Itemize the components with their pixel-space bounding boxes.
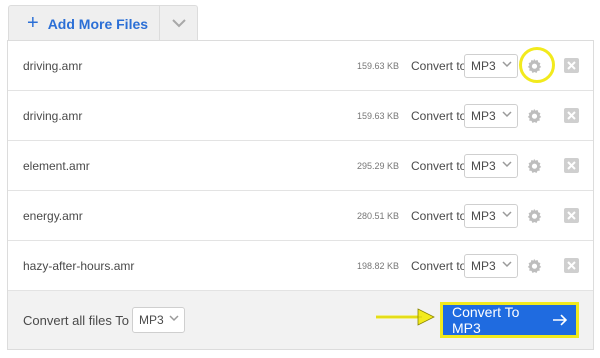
convert-all-format-value: MP3: [139, 313, 164, 327]
file-name: hazy-after-hours.amr: [23, 258, 135, 273]
delete-button[interactable]: [564, 58, 579, 73]
convert-all-format-select[interactable]: MP3: [132, 307, 185, 333]
delete-button[interactable]: [564, 208, 579, 223]
convert-to-label: Convert to: [411, 108, 467, 123]
format-value: MP3: [471, 258, 496, 273]
chevron-down-icon: [502, 110, 512, 117]
file-name: element.amr: [23, 158, 90, 173]
close-icon: [567, 261, 576, 270]
convert-to-label: Convert to: [411, 208, 467, 223]
file-row: hazy-after-hours.amr 198.82 KB Convert t…: [8, 241, 593, 291]
format-value: MP3: [471, 108, 496, 123]
format-value: MP3: [471, 58, 496, 73]
add-more-files-button[interactable]: + Add More Files: [9, 6, 159, 41]
convert-all-label: Convert all files To: [23, 312, 129, 328]
file-size: 198.82 KB: [356, 260, 399, 271]
file-name: driving.amr: [23, 108, 83, 123]
plus-icon: +: [27, 11, 39, 34]
chevron-down-icon: [502, 260, 512, 267]
delete-button[interactable]: [564, 258, 579, 273]
convert-to-label: Convert to: [411, 58, 467, 73]
delete-button[interactable]: [564, 158, 579, 173]
pointer-arrow-icon: [376, 308, 435, 326]
format-select[interactable]: MP3: [464, 253, 518, 278]
file-name: driving.amr: [23, 58, 83, 73]
convert-footer: Convert all files To MP3 Convert To MP3: [8, 291, 593, 349]
chevron-down-icon: [169, 315, 179, 322]
format-select[interactable]: MP3: [464, 203, 518, 228]
format-select[interactable]: MP3: [464, 153, 518, 178]
close-icon: [567, 61, 576, 70]
add-more-files-label: Add More Files: [47, 15, 149, 32]
chevron-down-icon: [502, 160, 512, 167]
file-size: 280.51 KB: [356, 210, 399, 221]
format-value: MP3: [471, 208, 496, 223]
chevron-down-icon: [502, 60, 512, 67]
file-row: energy.amr 280.51 KB Convert to MP3: [8, 191, 593, 241]
file-row: driving.amr 159.63 KB Convert to MP3: [8, 41, 593, 91]
close-icon: [567, 161, 576, 170]
convert-button-label: Convert To MP3: [452, 304, 520, 336]
chevron-down-icon: [171, 19, 186, 28]
gear-icon[interactable]: [526, 208, 542, 224]
gear-icon[interactable]: [526, 258, 542, 274]
file-name: energy.amr: [23, 208, 83, 223]
gear-icon[interactable]: [526, 58, 542, 74]
gear-icon[interactable]: [526, 158, 542, 174]
file-size: 295.29 KB: [356, 160, 399, 171]
convert-to-label: Convert to: [411, 258, 467, 273]
format-select[interactable]: MP3: [464, 103, 518, 128]
file-size: 159.63 KB: [356, 110, 399, 121]
tab-bar: + Add More Files: [8, 5, 198, 41]
add-files-dropdown-button[interactable]: [160, 6, 197, 41]
close-icon: [567, 111, 576, 120]
close-icon: [567, 211, 576, 220]
file-row: driving.amr 159.63 KB Convert to MP3: [8, 91, 593, 141]
format-select[interactable]: MP3: [464, 53, 518, 78]
chevron-down-icon: [502, 210, 512, 217]
format-value: MP3: [471, 158, 496, 173]
file-list-panel: driving.amr 159.63 KB Convert to MP3 dri…: [7, 40, 594, 350]
convert-to-label: Convert to: [411, 158, 467, 173]
convert-button[interactable]: Convert To MP3: [440, 302, 579, 338]
delete-button[interactable]: [564, 108, 579, 123]
gear-icon[interactable]: [526, 108, 542, 124]
arrow-right-icon: [553, 314, 568, 326]
file-size: 159.63 KB: [356, 60, 399, 71]
file-row: element.amr 295.29 KB Convert to MP3: [8, 141, 593, 191]
